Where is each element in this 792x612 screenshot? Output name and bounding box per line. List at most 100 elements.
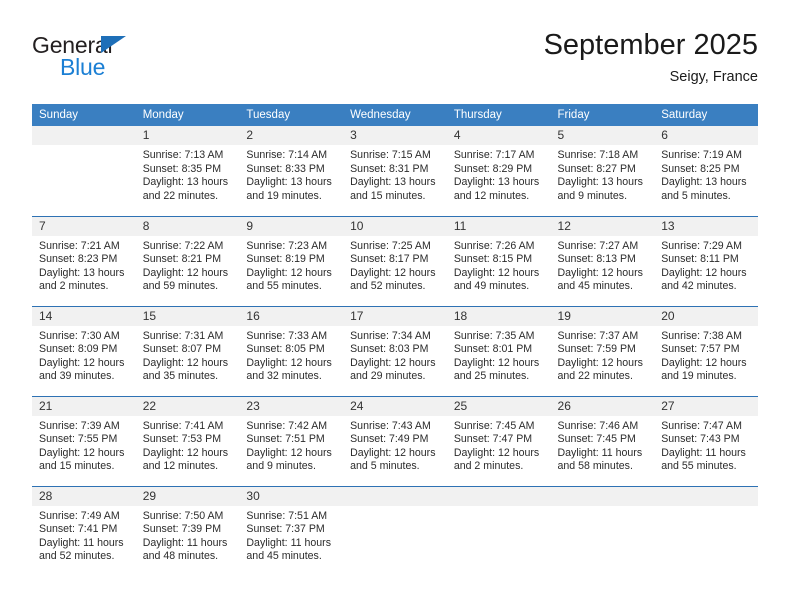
daylight-duration-line2: and 39 minutes. — [39, 370, 115, 383]
day-details: Sunrise: 7:13 AM Sunset: 8:35 PM Daylight:… — [136, 145, 240, 203]
calendar-day-cell-empty — [550, 485, 655, 576]
calendar-week-row: 1 Sunrise: 7:13 AM Sunset: 8:35 PM Daylight… — [32, 126, 758, 216]
calendar-day-cell[interactable]: 9 Sunrise: 7:23 AM Sunset: 8:19 PM Daylight… — [239, 215, 344, 306]
calendar-day-cell[interactable]: 23 Sunrise: 7:42 AM Sunset: 7:51 PM Dayligh… — [239, 395, 344, 486]
calendar-day-cell[interactable]: 25 Sunrise: 7:45 AM Sunset: 7:47 PM Dayligh… — [446, 395, 551, 486]
calendar-day-cell[interactable]: 11 Sunrise: 7:26 AM Sunset: 8:15 PM Dayligh… — [446, 215, 551, 306]
calendar-day-cell[interactable]: 6 Sunrise: 7:19 AM Sunset: 8:25 PM Daylight… — [654, 126, 758, 216]
sunset-time: Sunset: 7:37 PM — [246, 523, 325, 536]
day-number: 12 — [550, 216, 655, 236]
sunrise-time: Sunrise: 7:49 AM — [39, 509, 120, 522]
day-details: Sunrise: 7:37 AM Sunset: 7:59 PM Daylight:… — [551, 326, 655, 384]
calendar-day-cell[interactable]: 15 Sunrise: 7:31 AM Sunset: 8:07 PM Dayligh… — [135, 305, 240, 396]
day-details: Sunrise: 7:51 AM Sunset: 7:37 PM Daylight:… — [239, 506, 343, 564]
sunrise-time: Sunrise: 7:15 AM — [350, 149, 431, 161]
day-number: 19 — [550, 306, 655, 326]
calendar-day-cell[interactable]: 4 Sunrise: 7:17 AM Sunset: 8:29 PM Daylight… — [446, 126, 551, 216]
sunrise-time: Sunrise: 7:13 AM — [142, 149, 224, 161]
sunset-time: Sunset: 8:19 PM — [246, 253, 325, 266]
page-header: General Blue September 2025 Seigy, Franc… — [32, 28, 758, 100]
calendar-day-cell[interactable]: 27 Sunrise: 7:47 AM Sunset: 7:43 PM Dayligh… — [654, 395, 758, 486]
sunset-time: Sunset: 8:35 PM — [142, 162, 222, 175]
logo-triangle-icon — [101, 36, 126, 53]
calendar-day-cell[interactable]: 28 Sunrise: 7:49 AM Sunset: 7:41 PM Dayligh… — [32, 485, 136, 576]
calendar-day-cell[interactable]: 18 Sunrise: 7:35 AM Sunset: 8:01 PM Dayligh… — [446, 305, 551, 396]
daylight-duration-line1: Daylight: 12 hours — [661, 266, 747, 279]
calendar-header-row: Sunday Monday Tuesday Wednesday Thursday Frid… — [32, 104, 758, 126]
calendar-day-cell[interactable]: 19 Sunrise: 7:37 AM Sunset: 7:59 PM Dayligh… — [550, 305, 655, 396]
day-number: 5 — [550, 126, 655, 145]
day-details: Sunrise: 7:39 AM Sunset: 7:55 PM Daylight:… — [32, 416, 136, 474]
daylight-duration-line2: and 32 minutes. — [246, 370, 322, 383]
daylight-duration-line2: and 2 minutes. — [39, 280, 109, 293]
calendar-day-cell[interactable]: 7 Sunrise: 7:21 AM Sunset: 8:23 PM Daylight… — [32, 215, 136, 306]
sunset-time: Sunset: 8:01 PM — [453, 343, 533, 356]
calendar-day-cell[interactable]: 5 Sunrise: 7:18 AM Sunset: 8:27 PM Daylight… — [550, 126, 655, 216]
sunrise-time: Sunrise: 7:43 AM — [350, 419, 431, 432]
daylight-duration-line1: Daylight: 11 hours — [142, 536, 228, 549]
daylight-duration-line1: Daylight: 12 hours — [142, 446, 229, 459]
calendar-day-cell[interactable]: 20 Sunrise: 7:38 AM Sunset: 7:57 PM Dayligh… — [654, 305, 758, 396]
daylight-duration-line1: Daylight: 13 hours — [350, 176, 436, 189]
calendar-week-row: 21 Sunrise: 7:39 AM Sunset: 7:55 PM Dayligh… — [32, 395, 758, 486]
sunset-time: Sunset: 7:45 PM — [557, 433, 636, 446]
calendar-day-cell[interactable]: 22 Sunrise: 7:41 AM Sunset: 7:53 PM Dayligh… — [135, 395, 240, 486]
day-details: Sunrise: 7:29 AM Sunset: 8:11 PM Daylight:… — [654, 236, 758, 294]
sunset-time: Sunset: 8:13 PM — [557, 253, 636, 266]
sunrise-time: Sunrise: 7:31 AM — [142, 329, 224, 342]
day-number: 2 — [239, 126, 344, 145]
sunrise-time: Sunrise: 7:41 AM — [142, 419, 224, 432]
daylight-duration-line2: and 55 minutes. — [661, 460, 737, 473]
sunrise-time: Sunrise: 7:26 AM — [453, 239, 535, 252]
day-details: Sunrise: 7:43 AM Sunset: 7:49 PM Daylight:… — [343, 416, 447, 474]
sunrise-time: Sunrise: 7:46 AM — [557, 419, 639, 432]
day-details: Sunrise: 7:50 AM Sunset: 7:39 PM Daylight:… — [136, 506, 240, 564]
daylight-duration-line1: Daylight: 12 hours — [142, 356, 229, 369]
sunset-time: Sunset: 7:41 PM — [39, 523, 118, 536]
day-number: 17 — [343, 306, 447, 326]
calendar-day-cell[interactable]: 12 Sunrise: 7:27 AM Sunset: 8:13 PM Dayligh… — [550, 215, 655, 306]
day-number: 3 — [343, 126, 447, 145]
sunrise-time: Sunrise: 7:19 AM — [661, 149, 742, 161]
weekday-header-tuesday: Tuesday — [239, 104, 344, 126]
calendar-day-cell[interactable]: 26 Sunrise: 7:46 AM Sunset: 7:45 PM Dayligh… — [550, 395, 655, 486]
calendar-day-cell[interactable]: 29 Sunrise: 7:50 AM Sunset: 7:39 PM Dayligh… — [135, 485, 240, 576]
sunrise-time: Sunrise: 7:34 AM — [350, 329, 431, 342]
daylight-duration-line1: Daylight: 12 hours — [350, 266, 436, 279]
day-number: 7 — [32, 216, 136, 236]
day-number — [550, 486, 655, 506]
day-details: Sunrise: 7:41 AM Sunset: 7:53 PM Daylight:… — [136, 416, 240, 474]
day-details: Sunrise: 7:35 AM Sunset: 8:01 PM Daylight:… — [447, 326, 551, 384]
calendar-day-cell[interactable]: 8 Sunrise: 7:22 AM Sunset: 8:21 PM Daylight… — [135, 215, 240, 306]
day-details: Sunrise: 7:31 AM Sunset: 8:07 PM Daylight:… — [136, 326, 240, 384]
day-number: 25 — [446, 396, 551, 416]
day-number: 10 — [343, 216, 447, 236]
sunset-time: Sunset: 8:23 PM — [39, 253, 118, 266]
calendar-day-cell[interactable]: 13 Sunrise: 7:29 AM Sunset: 8:11 PM Dayligh… — [654, 215, 758, 306]
calendar-day-cell[interactable]: 16 Sunrise: 7:33 AM Sunset: 8:05 PM Dayligh… — [239, 305, 344, 396]
sunrise-time: Sunrise: 7:50 AM — [142, 509, 224, 522]
day-number: 28 — [32, 486, 136, 506]
calendar-day-cell[interactable]: 3 Sunrise: 7:15 AM Sunset: 8:31 PM Daylight… — [343, 126, 447, 216]
sunrise-time: Sunrise: 7:30 AM — [39, 329, 120, 342]
calendar-body: 1 Sunrise: 7:13 AM Sunset: 8:35 PM Daylight… — [32, 126, 758, 576]
calendar-day-cell-empty — [654, 485, 758, 576]
calendar-day-cell[interactable]: 2 Sunrise: 7:14 AM Sunset: 8:33 PM Daylight… — [239, 126, 344, 216]
day-details: Sunrise: 7:34 AM Sunset: 8:03 PM Daylight:… — [343, 326, 447, 384]
calendar-day-cell[interactable]: 21 Sunrise: 7:39 AM Sunset: 7:55 PM Dayligh… — [32, 395, 136, 486]
calendar-day-cell[interactable]: 14 Sunrise: 7:30 AM Sunset: 8:09 PM Dayligh… — [32, 305, 136, 396]
sunrise-time: Sunrise: 7:21 AM — [39, 239, 120, 252]
calendar-day-cell[interactable]: 24 Sunrise: 7:43 AM Sunset: 7:49 PM Dayligh… — [343, 395, 447, 486]
calendar-day-cell[interactable]: 1 Sunrise: 7:13 AM Sunset: 8:35 PM Daylight… — [135, 126, 240, 216]
daylight-duration-line2: and 15 minutes. — [350, 189, 426, 202]
daylight-duration-line2: and 52 minutes. — [350, 280, 426, 293]
day-number: 11 — [446, 216, 551, 236]
daylight-duration-line2: and 19 minutes. — [661, 370, 737, 383]
daylight-duration-line2: and 45 minutes. — [557, 280, 633, 293]
day-details: Sunrise: 7:49 AM Sunset: 7:41 PM Daylight:… — [32, 506, 136, 564]
calendar-day-cell[interactable]: 17 Sunrise: 7:34 AM Sunset: 8:03 PM Dayligh… — [343, 305, 447, 396]
day-number: 8 — [135, 216, 240, 236]
calendar-day-cell[interactable]: 10 Sunrise: 7:25 AM Sunset: 8:17 PM Dayligh… — [343, 215, 447, 306]
day-number — [343, 486, 447, 506]
calendar-day-cell[interactable]: 30 Sunrise: 7:51 AM Sunset: 7:37 PM Dayligh… — [239, 485, 344, 576]
